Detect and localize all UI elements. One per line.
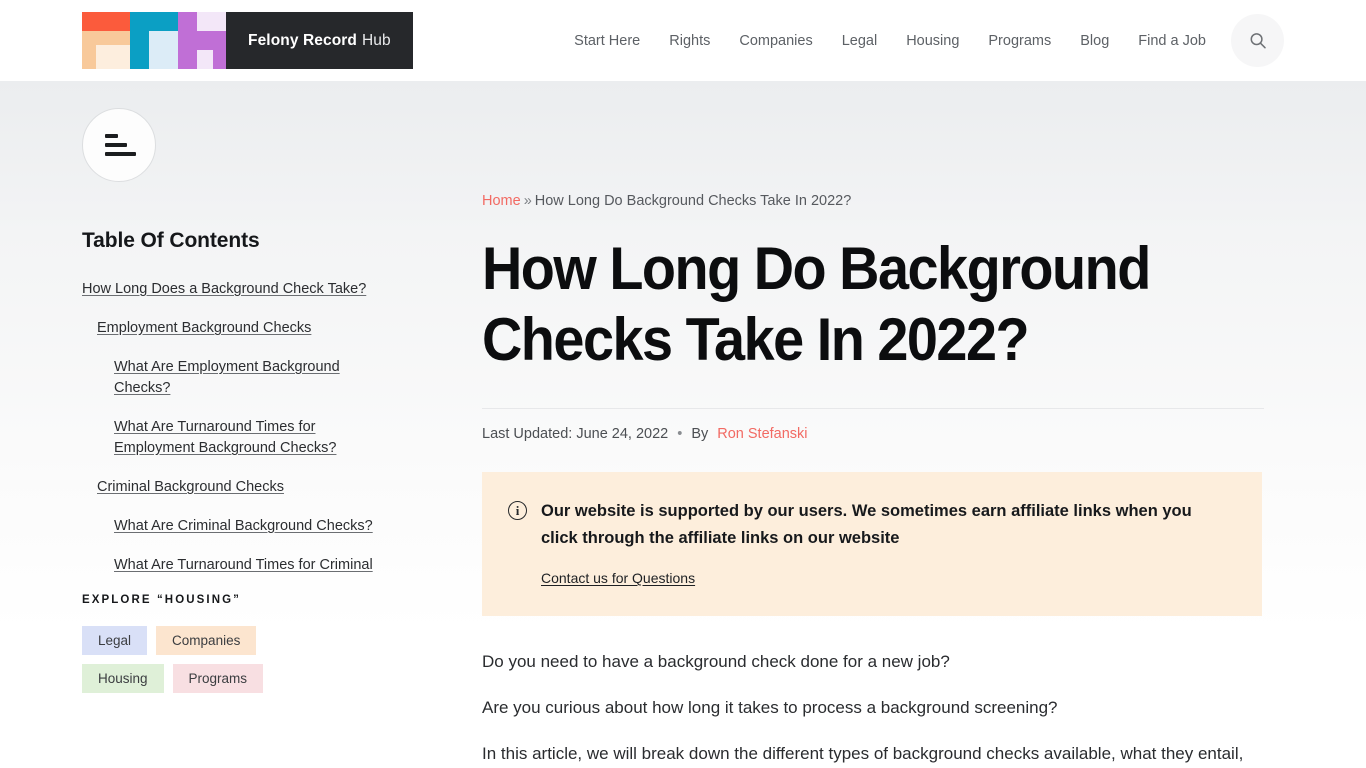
explore-tag-list: Legal Companies Housing Programs <box>82 626 342 693</box>
nav-item-legal[interactable]: Legal <box>842 33 877 49</box>
explore-section-label: EXPLORE “HOUSING” <box>82 594 242 606</box>
table-of-contents-title: Table Of Contents <box>82 229 260 252</box>
brand-name-plate: Felony Record Hub <box>226 12 413 69</box>
toc-link-criminal-background-checks[interactable]: Criminal Background Checks <box>97 477 397 498</box>
affiliate-disclosure-notice: i Our website is supported by our users.… <box>482 472 1262 616</box>
brand-name-strong: Felony Record <box>248 31 357 49</box>
toc-link-what-are-employment-background-checks[interactable]: What Are Employment Background Checks? <box>114 357 382 399</box>
breadcrumb: Home» How Long Do Background Checks Take … <box>482 193 1264 209</box>
article-body: Do you need to have a background check d… <box>482 647 1264 768</box>
page-body: Table Of Contents How Long Does a Backgr… <box>0 81 1366 768</box>
toc-link-what-are-criminal-background-checks[interactable]: What Are Criminal Background Checks? <box>114 516 382 537</box>
page-title: How Long Do Background Checks Take In 20… <box>482 235 1151 373</box>
search-icon <box>1250 32 1266 48</box>
breadcrumb-home-link[interactable]: Home <box>482 193 521 209</box>
sidebar: Table Of Contents How Long Does a Backgr… <box>82 81 482 768</box>
site-header: Felony Record Hub Start Here Rights Comp… <box>0 0 1366 81</box>
tag-programs[interactable]: Programs <box>172 664 264 693</box>
nav-item-start-here[interactable]: Start Here <box>574 33 640 49</box>
author-prefix: By <box>691 426 709 442</box>
logo-tile-h <box>178 12 226 69</box>
article-main: Home» How Long Do Background Checks Take … <box>482 81 1264 768</box>
logo-mark <box>82 12 226 69</box>
nav-item-programs[interactable]: Programs <box>988 33 1051 49</box>
breadcrumb-current: How Long Do Background Checks Take In 20… <box>534 193 852 209</box>
affiliate-disclosure-text: Our website is supported by our users. W… <box>541 502 1192 547</box>
nav-item-blog[interactable]: Blog <box>1080 33 1109 49</box>
table-of-contents-list: How Long Does a Background Check Take? E… <box>82 279 482 576</box>
nav-item-rights[interactable]: Rights <box>669 33 710 49</box>
toc-menu-icon[interactable] <box>82 108 156 182</box>
contact-us-link[interactable]: Contact us for Questions <box>541 570 695 586</box>
main-navigation: Start Here Rights Companies Legal Housin… <box>574 0 1206 81</box>
paragraph-2: Are you curious about how long it takes … <box>482 698 1058 717</box>
brand-name-light: Hub <box>361 31 391 49</box>
nav-item-find-a-job[interactable]: Find a Job <box>1138 33 1206 49</box>
toc-link-turnaround-times-criminal[interactable]: What Are Turnaround Times for Criminal <box>114 555 382 576</box>
info-circle-icon: i <box>508 501 527 520</box>
nav-item-companies[interactable]: Companies <box>739 33 812 49</box>
last-updated-text: Last Updated: June 24, 2022 <box>482 426 669 442</box>
tag-housing[interactable]: Housing <box>82 664 164 693</box>
author-link[interactable]: Ron Stefanski <box>717 426 807 442</box>
logo-tile-f <box>82 12 130 69</box>
nav-item-housing[interactable]: Housing <box>906 33 959 49</box>
paragraph-3: In this article, we will break down the … <box>482 744 1244 763</box>
article-meta: Last Updated: June 24, 2022 • By Ron Ste… <box>482 426 1264 442</box>
toc-link-employment-background-checks[interactable]: Employment Background Checks <box>97 318 397 339</box>
brand-logo[interactable]: Felony Record Hub <box>82 12 413 69</box>
paragraph-1: Do you need to have a background check d… <box>482 652 950 671</box>
meta-divider <box>482 408 1264 409</box>
toc-link-turnaround-times-employment[interactable]: What Are Turnaround Times for Employment… <box>114 417 382 459</box>
breadcrumb-separator: » <box>523 193 532 209</box>
tag-legal[interactable]: Legal <box>82 626 148 655</box>
toc-link-how-long-does-a-background-check-take[interactable]: How Long Does a Background Check Take? <box>82 279 382 300</box>
search-button[interactable] <box>1231 14 1284 67</box>
meta-dot: • <box>677 426 683 442</box>
tag-companies[interactable]: Companies <box>156 626 257 655</box>
logo-tile-r <box>130 12 178 69</box>
